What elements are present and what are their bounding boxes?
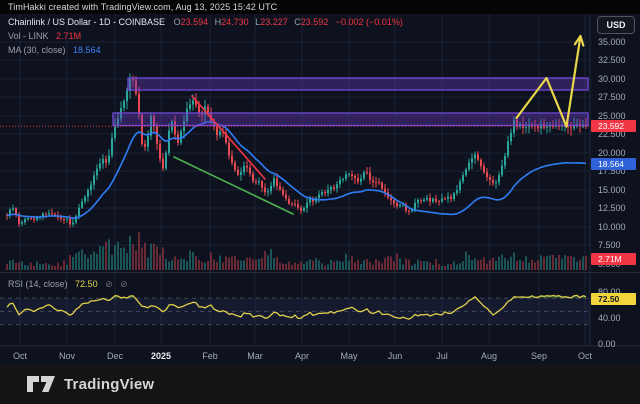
symbol-legend-row: Chainlink / US Dollar - 1D - COINBASE O2… — [8, 17, 403, 27]
ma30-line — [6, 120, 587, 219]
supply-zone-1 — [127, 77, 589, 91]
ohlc-close-value: 23.592 — [300, 17, 329, 27]
drawings-layer[interactable] — [0, 34, 590, 215]
rsi-legend-row[interactable]: RSI (14, close) 72.50 ⊘ ⊘ — [8, 279, 128, 290]
change-value: −0.002 (−0.01%) — [335, 17, 403, 27]
ma-legend-label: MA (30, close) — [8, 45, 66, 55]
ma-legend-value: 18.564 — [73, 45, 101, 55]
ohlc-open-value: 23.594 — [180, 17, 209, 27]
price-chart-canvas[interactable] — [0, 14, 640, 364]
tradingview-snapshot: TimHakki created with TradingView.com, A… — [0, 0, 640, 404]
volume-legend-label: Vol - LINK — [8, 31, 49, 41]
symbol-title: Chainlink / US Dollar - 1D - COINBASE — [8, 17, 166, 27]
rsi-hide-icon[interactable]: ⊘ — [105, 279, 113, 289]
volume-layer — [6, 232, 587, 270]
logo-bar: TradingView — [0, 364, 640, 404]
currency-toggle-button[interactable]: USD — [597, 16, 635, 34]
volume-legend-row[interactable]: Vol - LINK 2.71M — [8, 31, 81, 41]
rsi-legend-label: RSI (14, close) — [8, 279, 68, 289]
red-descending-trendline — [191, 95, 266, 180]
ohlc-low-value: 23.227 — [260, 17, 288, 27]
tradingview-logo-text: TradingView — [64, 375, 155, 393]
ma-line-layer — [6, 120, 587, 219]
ma-legend-row[interactable]: MA (30, close) 18.564 — [8, 45, 101, 55]
attribution-bar: TimHakki created with TradingView.com, A… — [0, 0, 640, 14]
rsi-settings-icon[interactable]: ⊘ — [120, 279, 128, 289]
ohlc-open-label: O — [173, 17, 181, 27]
tradingview-logo-icon — [27, 376, 55, 392]
supply-zone-2 — [112, 112, 589, 127]
ohlc-high-value: 24.730 — [221, 17, 249, 27]
volume-legend-value: 2.71M — [56, 31, 82, 41]
tradingview-link[interactable]: TradingView — [26, 373, 154, 395]
attribution-text: TimHakki created with TradingView.com, A… — [8, 2, 278, 12]
green-descending-trendline — [173, 156, 294, 215]
rsi-legend-value: 72.50 — [75, 279, 98, 289]
